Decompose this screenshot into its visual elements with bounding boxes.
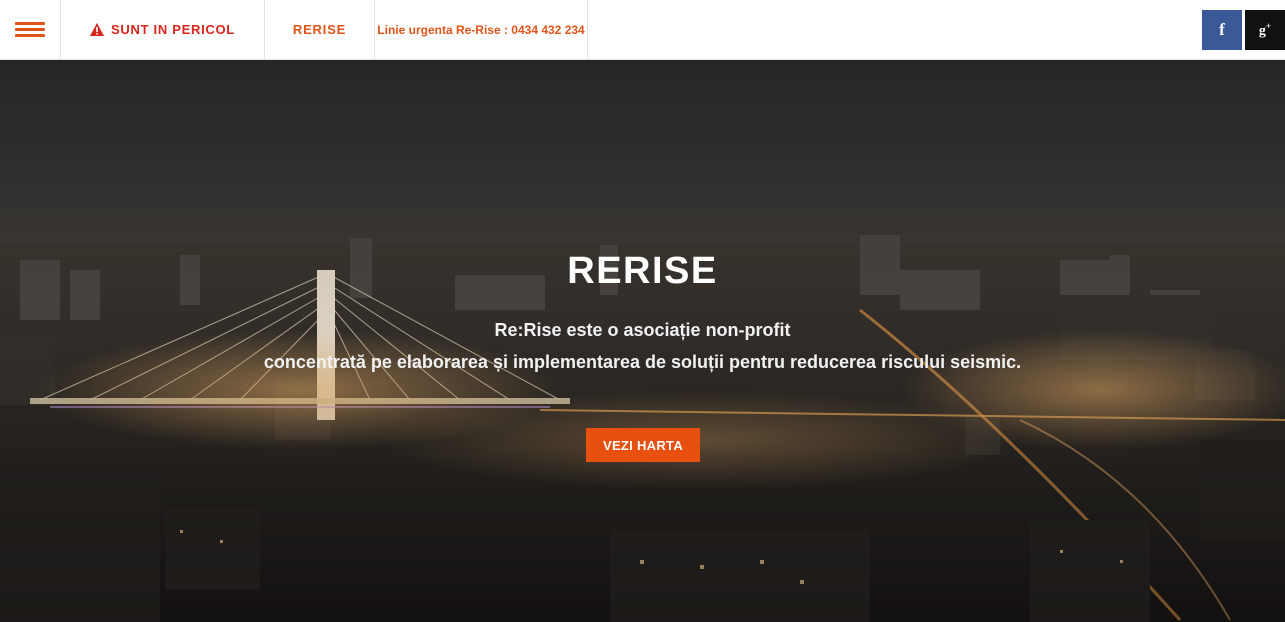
hero-title: RERISE — [567, 250, 718, 292]
facebook-icon: f — [1219, 20, 1225, 39]
google-plus-letter: g — [1258, 23, 1266, 39]
nav-rerise-link[interactable]: RERISE — [265, 0, 375, 59]
google-plus-button[interactable]: g+ — [1245, 10, 1285, 50]
danger-label: SUNT IN PERICOL — [111, 22, 235, 37]
google-plus-icon: g+ — [1259, 21, 1271, 40]
hero-overlay — [0, 60, 1285, 622]
warning-icon — [90, 23, 105, 36]
hero-section: RERISE Re:Rise este o asociație non-prof… — [0, 60, 1285, 622]
hamburger-icon — [15, 19, 45, 40]
hotline-label: Linie urgenta Re-Rise : 0434 432 234 — [377, 22, 585, 37]
view-map-button[interactable]: VEZI HARTA — [586, 428, 700, 462]
hotline-link[interactable]: Linie urgenta Re-Rise : 0434 432 234 — [375, 0, 588, 59]
nav-rerise-label: RERISE — [292, 22, 347, 37]
hero-description-line-1: Re:Rise este o asociație non-profit — [494, 320, 791, 340]
hero-description-line-2: concentrată pe elaborarea și implementar… — [263, 352, 1022, 372]
google-plus-sup: + — [1265, 20, 1272, 31]
top-navbar: SUNT IN PERICOL RERISE Linie urgenta Re-… — [0, 0, 1285, 60]
facebook-button[interactable]: f — [1202, 10, 1242, 50]
danger-link[interactable]: SUNT IN PERICOL — [61, 0, 265, 59]
menu-button[interactable] — [0, 0, 61, 59]
social-links: f g+ — [1202, 10, 1285, 50]
